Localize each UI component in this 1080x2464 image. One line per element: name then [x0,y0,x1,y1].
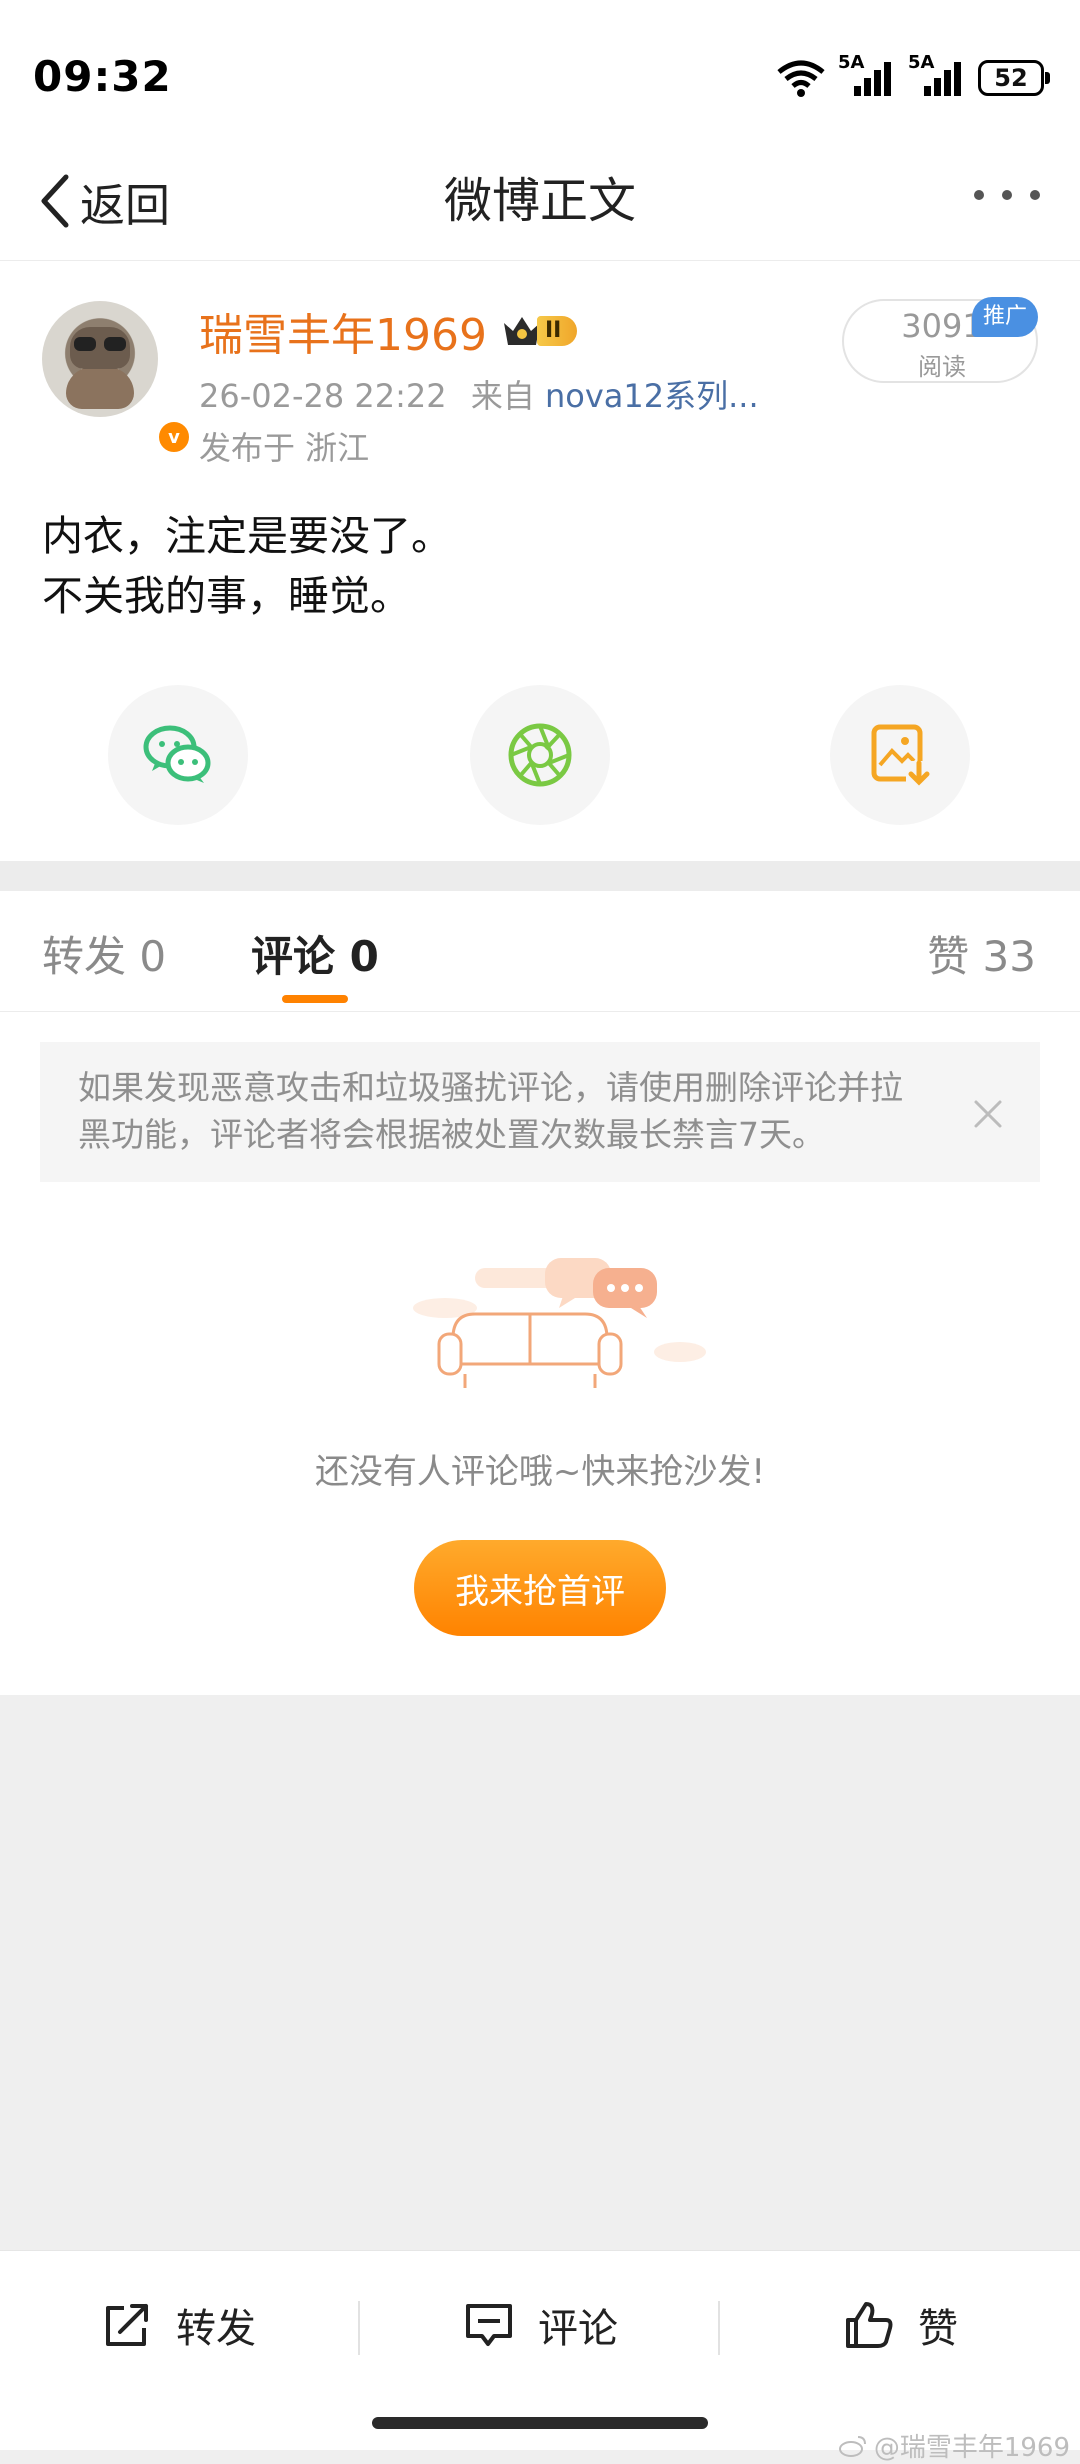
cellular-signal-icon: 5A [838,52,896,100]
comment-icon [466,2304,512,2346]
wechat-icon [143,725,211,783]
more-options-button[interactable] [974,190,1040,200]
like-label: 赞 [918,2306,958,2352]
first-comment-button[interactable]: 我来抢首评 [414,1540,666,1636]
page-title: 微博正文 [443,173,636,229]
save-image-button[interactable] [830,685,970,825]
thumbs-up-icon [846,2302,893,2348]
bottom-action-bar: 转发 评论 赞 @瑞雪丰年1969 [0,2250,1080,2463]
membership-badge[interactable]: II [501,311,578,351]
source-prefix: 来自 [470,377,535,415]
author-name: 瑞雪丰年1969 [199,310,487,361]
status-icons: 5A 5A 52 [776,52,1050,100]
source-link[interactable]: nova12系列... [545,377,759,415]
post-card: v 瑞雪丰年1969 II 26-02-28 22:22 来自 nova12系列… [0,261,1080,861]
status-time: 09:32 [33,52,172,101]
tab-comments[interactable]: 评论 0 [251,923,379,984]
membership-level: II [536,316,578,346]
home-indicator[interactable] [372,2417,708,2429]
more-dot-icon [974,190,984,200]
comment-label: 评论 [538,2306,618,2352]
save-image-icon [871,724,932,787]
more-dot-icon [1030,190,1040,200]
comments-section: 如果发现恶意攻击和垃圾骚扰评论，请使用删除评论并拉黑功能，评论者将会根据被处置次… [0,1012,1080,1695]
post-text-line: 内衣，注定是要没了。 [42,512,452,560]
promote-tag[interactable]: 推广 [972,297,1038,337]
repost-label: 转发 [176,2306,256,2352]
read-label: 阅读 [918,353,966,381]
section-divider [0,861,1080,891]
empty-comments-text: 还没有人评论哦~快来抢沙发! [314,1452,766,1492]
avatar[interactable]: v [42,301,192,455]
more-dot-icon [1002,190,1012,200]
repost-button[interactable]: 转发 [100,2297,256,2353]
watermark: @瑞雪丰年1969 [838,2427,1070,2464]
battery-icon: 52 [978,60,1050,96]
repost-icon [106,2304,148,2346]
post-datetime: 26-02-28 22:22 [199,377,447,415]
wifi-icon [777,60,825,97]
post-text-line: 不关我的事，睡觉。 [42,572,411,620]
share-moments-button[interactable] [470,685,610,825]
comment-notice-banner: 如果发现恶意攻击和垃圾骚扰评论，请使用删除评论并拉黑功能，评论者将会根据被处置次… [40,1042,1040,1182]
watermark-text: @瑞雪丰年1969 [873,2433,1070,2463]
share-wechat-button[interactable] [108,685,248,825]
divider [718,2301,720,2355]
post-location: 发布于 浙江 [199,429,370,467]
comment-notice-text: 如果发现恶意攻击和垃圾骚扰评论，请使用删除评论并拉黑功能，评论者将会根据被处置次… [78,1068,903,1154]
moments-icon [508,723,572,787]
interaction-tabs: 转发 0 评论 0 赞 33 [0,891,1080,1012]
verified-badge-icon: v [156,419,192,455]
empty-sofa-illustration [413,1258,706,1388]
post-content: 内衣，注定是要没了。 不关我的事，睡觉。 [42,506,1042,626]
like-button[interactable]: 赞 [842,2297,958,2353]
author-name-row[interactable]: 瑞雪丰年1969 II [199,299,578,363]
close-icon[interactable] [970,1096,1006,1132]
divider [358,2301,360,2355]
tab-likes[interactable]: 赞 33 [927,923,1036,984]
cellular-signal-icon: 5A [908,52,966,100]
comment-button[interactable]: 评论 [462,2297,618,2353]
weibo-logo-icon [838,2435,866,2457]
active-tab-indicator [282,995,348,1003]
tab-reposts[interactable]: 转发 0 [42,923,166,984]
nav-header: 返回 微博正文 [0,150,1080,261]
status-bar: 09:32 5A 5A 52 [0,0,1080,150]
post-meta: 26-02-28 22:22 来自 nova12系列... [199,371,759,417]
